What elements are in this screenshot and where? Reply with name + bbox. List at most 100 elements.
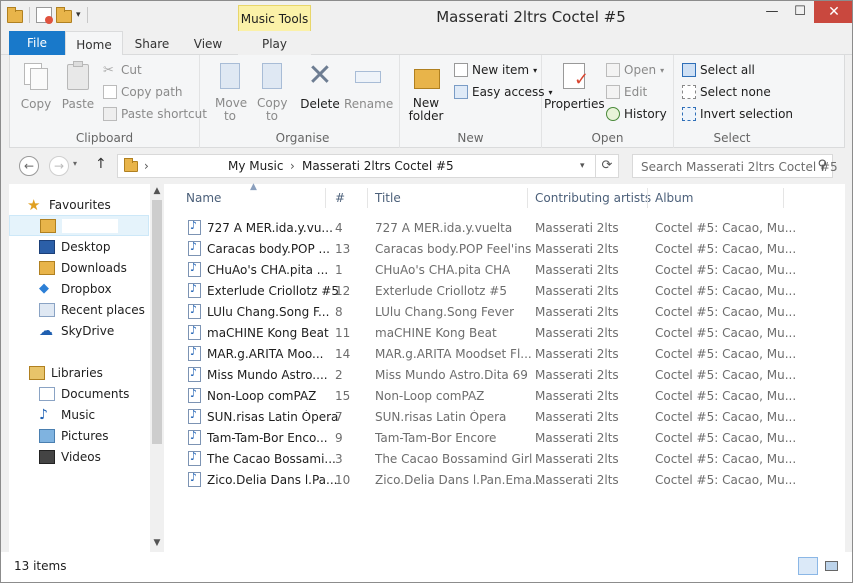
sidebar-item-dropbox[interactable]: ◆ Dropbox (39, 278, 112, 299)
artist-cell: Masserati 2lts (535, 431, 619, 445)
title-cell: MAR.g.ARITA Moodset Fl... (375, 347, 532, 361)
sidebar-item-skydrive[interactable]: ☁ SkyDrive (39, 320, 114, 341)
scrollbar-thumb[interactable] (152, 200, 162, 444)
column-divider[interactable] (783, 188, 784, 208)
breadcrumb-my-music[interactable]: My Music (228, 159, 283, 173)
select-none-button[interactable]: Select none (682, 85, 771, 99)
minimize-button[interactable]: — (758, 1, 786, 23)
table-row[interactable]: Tam-Tam-Bor Enco... 9 Tam-Tam-Bor Encore Ma… (169, 427, 845, 448)
navigation-scrollbar[interactable]: ▲ ▼ (150, 184, 164, 552)
table-row[interactable]: Non-Loop comPAZ 15 Non-Loop comPAZ Masserat… (169, 385, 845, 406)
scroll-down-arrow-icon[interactable]: ▼ (150, 538, 164, 548)
table-row[interactable]: Miss Mundo Astro.... 2 Miss Mundo Astro.Di… (169, 364, 845, 385)
properties-icon[interactable] (36, 7, 53, 24)
sidebar-item-videos[interactable]: Videos (39, 446, 101, 467)
column-divider[interactable] (367, 188, 368, 208)
track-number-cell: 13 (335, 242, 351, 256)
large-icons-view-icon[interactable] (821, 557, 841, 575)
column-number[interactable]: # (335, 191, 345, 205)
new-folder-label: New folder (408, 96, 444, 123)
album-cell: Coctel #5: Cacao, Mu... (655, 221, 797, 235)
sidebar-item-recent-places[interactable]: Recent places (39, 299, 145, 320)
new-folder-button[interactable]: New folder (404, 59, 448, 123)
scroll-up-arrow-icon[interactable]: ▲ (150, 186, 164, 196)
table-row[interactable]: Caracas body.POP ... 13 Caracas body.POP F… (169, 238, 845, 259)
invert-selection-button[interactable]: Invert selection (682, 107, 793, 121)
table-row[interactable]: Zico.Delia Dans l.Pa...10 Zico.Delia Dans… (169, 469, 845, 490)
easy-access-button[interactable]: Easy access ▾ (454, 85, 553, 99)
sidebar-item-selected[interactable] (9, 215, 149, 236)
breadcrumb-separator[interactable]: › (144, 159, 149, 173)
history-button[interactable]: History (606, 107, 667, 121)
paste-shortcut-button[interactable]: Paste shortcut (103, 107, 207, 121)
tab-file[interactable]: File (9, 31, 65, 55)
recent-locations-icon[interactable]: ▾ (73, 159, 77, 168)
customize-qat-icon[interactable]: ▾ (76, 10, 81, 20)
table-row[interactable]: SUN.risas Latin Ópera7SUN.risas Latin Óp… (169, 406, 845, 427)
address-dropdown-icon[interactable]: ▾ (580, 161, 585, 171)
sidebar-item-documents[interactable]: Documents (39, 383, 129, 404)
new-folder-icon[interactable] (56, 7, 72, 23)
tab-share[interactable]: Share (123, 31, 181, 55)
copy-path-button[interactable]: Copy path (103, 85, 183, 99)
folder-icon[interactable] (7, 7, 23, 23)
paste-button[interactable]: Paste (58, 59, 98, 111)
hidden-label (62, 218, 118, 233)
sidebar-item-pictures[interactable]: Pictures (39, 425, 109, 446)
sidebar-item-music[interactable]: ♪ Music (39, 404, 95, 425)
edit-button[interactable]: Edit (606, 85, 647, 99)
column-divider[interactable] (647, 188, 648, 208)
column-divider[interactable] (325, 188, 326, 208)
history-label: History (624, 107, 667, 121)
maximize-button[interactable]: ☐ (786, 1, 814, 23)
cut-button[interactable]: ✂ Cut (103, 63, 142, 78)
column-name[interactable]: Name (186, 191, 221, 205)
audio-file-icon (188, 303, 201, 319)
new-item-button[interactable]: New item ▾ (454, 63, 537, 77)
tab-play[interactable]: Play (238, 31, 311, 55)
column-contributing-artists[interactable]: Contributing artists (535, 191, 651, 205)
table-row[interactable]: MAR.g.ARITA Moo... 14 MAR.g.ARITA Moodset … (169, 343, 845, 364)
up-button[interactable]: ↑ (95, 156, 107, 172)
move-to-button[interactable]: Move to (210, 59, 250, 123)
rename-button[interactable]: Rename (344, 59, 393, 111)
sidebar-favourites[interactable]: ★ Favourites (27, 194, 111, 215)
forward-button[interactable]: → (49, 156, 69, 176)
table-row[interactable]: 727 A MER.ida.y.vu...4 727 A MER.ida.y.vu… (169, 217, 845, 238)
table-row[interactable]: CHuAo's CHA.pita ... 1 CHuAo's CHA.pita CH… (169, 259, 845, 280)
select-all-button[interactable]: Select all (682, 63, 755, 77)
sidebar-libraries[interactable]: Libraries (29, 362, 103, 383)
column-album[interactable]: Album (655, 191, 693, 205)
table-row[interactable]: LUlu Chang.Song F... 8 LUlu Chang.Song Fev… (169, 301, 845, 322)
audio-file-icon (188, 408, 201, 424)
properties-button[interactable]: ✓ Properties (544, 59, 605, 111)
copy-to-button[interactable]: Copy to (252, 59, 292, 123)
refresh-button[interactable]: ⟳ (595, 154, 619, 178)
address-bar[interactable]: › My Music › Masserati 2ltrs Coctel #5 ▾ (117, 154, 597, 178)
paste-label: Paste (61, 97, 95, 111)
table-row[interactable]: maCHINE Kong Beat 11 maCHINE Kong Beat Mass… (169, 322, 845, 343)
select-none-icon (682, 85, 696, 99)
delete-button[interactable]: ✕ Delete (298, 59, 342, 112)
column-divider[interactable] (527, 188, 528, 208)
copy-to-icon (256, 59, 288, 93)
table-row[interactable]: Exterlude Criollotz #512Exterlude Crioll… (169, 280, 845, 301)
column-title[interactable]: Title (375, 191, 401, 205)
table-row[interactable]: The Cacao Bossami...3 The Cacao Bossamind… (169, 448, 845, 469)
copy-button[interactable]: Copy (16, 59, 56, 111)
audio-file-icon (188, 450, 201, 466)
breadcrumb-current-folder[interactable]: Masserati 2ltrs Coctel #5 (302, 159, 454, 173)
tab-view[interactable]: View (181, 31, 235, 55)
breadcrumb-separator[interactable]: › (290, 159, 295, 173)
search-input[interactable]: Search Masserati 2ltrs Coctel #5 ⚲ (632, 154, 838, 178)
back-button[interactable]: ← (19, 156, 39, 176)
details-view-icon[interactable] (798, 557, 818, 575)
close-button[interactable]: ✕ (814, 1, 852, 23)
open-button[interactable]: Open ▾ (606, 63, 664, 77)
sidebar-item-downloads[interactable]: Downloads (39, 257, 127, 278)
item-count: 13 items (14, 559, 67, 573)
search-icon[interactable]: ⚲ (817, 158, 827, 173)
sidebar-item-desktop[interactable]: Desktop (39, 236, 111, 257)
album-cell: Coctel #5: Cacao, Mu... (655, 263, 797, 277)
tab-home[interactable]: Home (65, 31, 123, 55)
